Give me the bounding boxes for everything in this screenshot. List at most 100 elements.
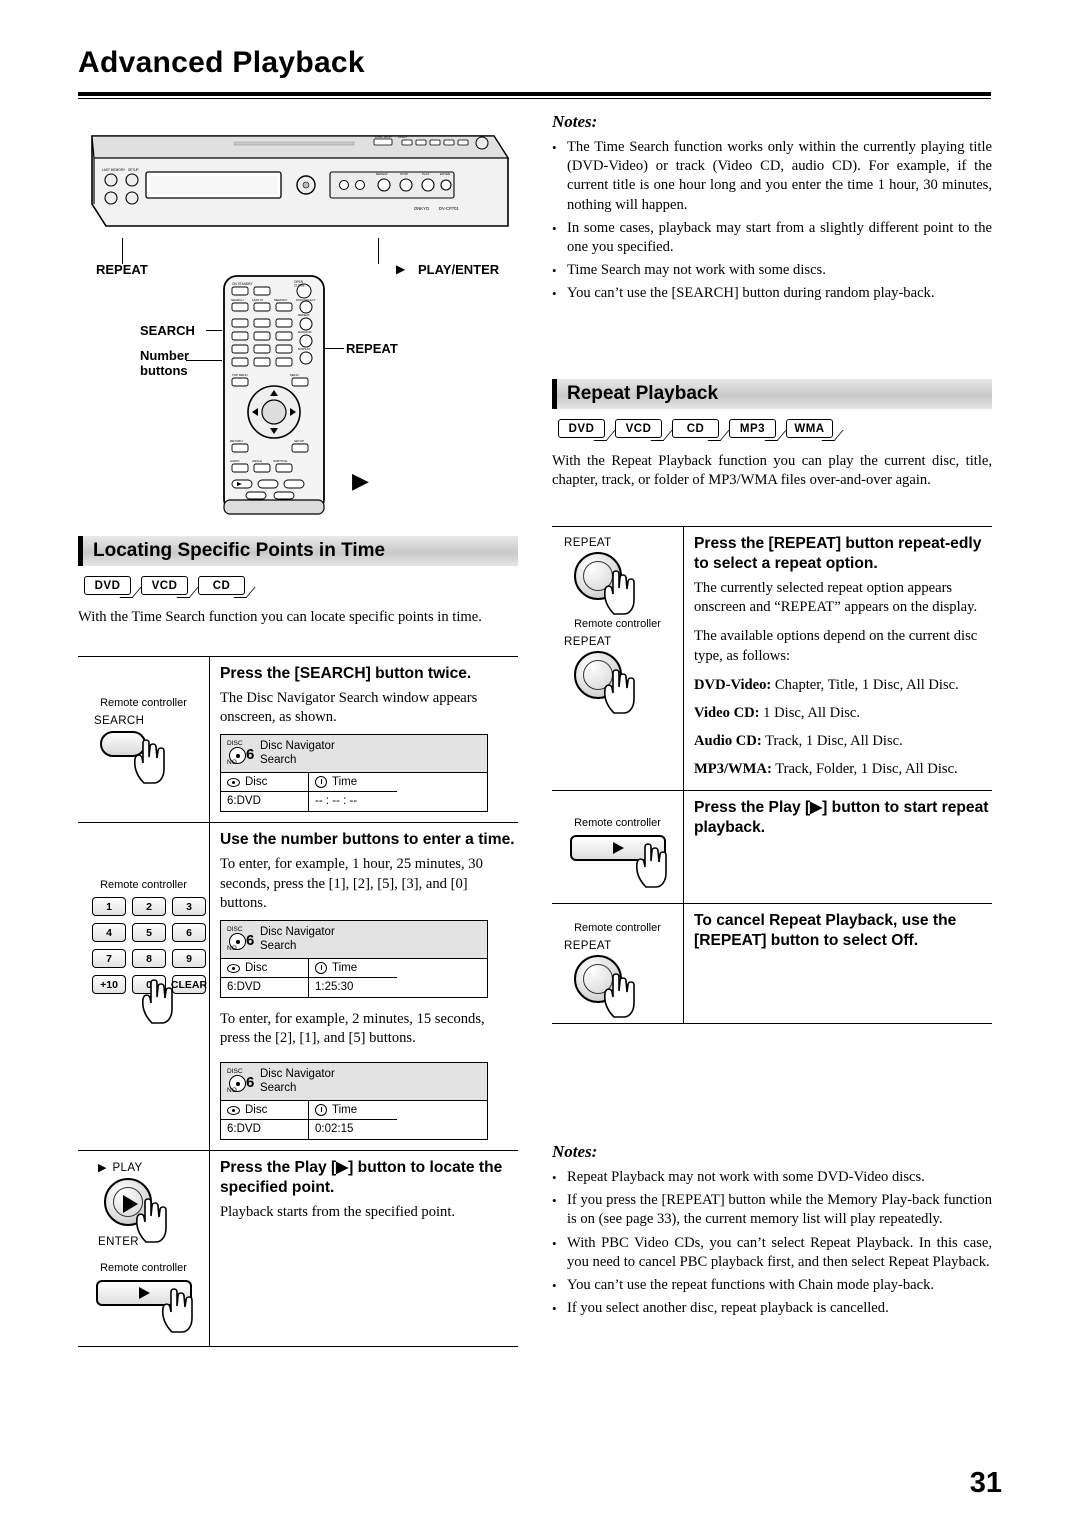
play-arrow-illustration: ▶ bbox=[352, 468, 369, 493]
badge-mp3: MP3 bbox=[729, 419, 776, 438]
step-text: Press the [SEARCH] button twice. The Dis… bbox=[210, 657, 518, 822]
svg-text:REPEAT: REPEAT bbox=[376, 172, 388, 176]
step-graphic: Remote controller bbox=[552, 790, 684, 903]
label-repeat-right: REPEAT bbox=[346, 341, 398, 356]
notes-top-block: Notes: • The Time Search function works o… bbox=[552, 112, 992, 308]
step-graphic: Remote controller SEARCH bbox=[78, 657, 210, 823]
step-heading: Press the [SEARCH] button twice. bbox=[220, 665, 472, 682]
field-time: Time -- : -- : -- bbox=[309, 773, 397, 811]
title-rule-thin bbox=[78, 98, 991, 99]
key-6[interactable]: 6 bbox=[172, 923, 206, 943]
disc-number-value: 6 bbox=[246, 932, 255, 950]
hand-cursor-icon bbox=[133, 739, 165, 784]
label-number-buttons-2: buttons bbox=[140, 363, 188, 378]
field-disc-value: 6:DVD bbox=[227, 981, 261, 994]
disc-navigator-fields: Disc 6:DVD Time 0:02:15 bbox=[221, 1101, 487, 1140]
section-title-locating: Locating Specific Points in Time bbox=[93, 540, 386, 561]
key-4[interactable]: 4 bbox=[92, 923, 126, 943]
svg-text:CLOSE: CLOSE bbox=[294, 284, 305, 288]
field-time-label: Time bbox=[332, 1104, 358, 1117]
key-8[interactable]: 8 bbox=[132, 949, 166, 969]
remote-controller-label: Remote controller bbox=[574, 618, 661, 630]
step-graphic: Remote controller REPEAT bbox=[552, 903, 684, 1023]
button-caption-repeat: REPEAT bbox=[564, 537, 612, 549]
field-disc: Disc 6:DVD bbox=[221, 773, 309, 812]
svg-text:LAST MEMORY: LAST MEMORY bbox=[102, 168, 126, 172]
key-3[interactable]: 3 bbox=[172, 897, 206, 917]
section-title-repeat: Repeat Playback bbox=[567, 383, 719, 404]
clock-icon bbox=[315, 1104, 327, 1117]
note-item: • You can’t use the repeat functions with… bbox=[552, 1277, 935, 1294]
disc-icon-top-text: DISC bbox=[227, 740, 243, 748]
disc-navigator-subtitle: Search bbox=[260, 1082, 297, 1095]
step-body: Playback starts from the specified point… bbox=[220, 1204, 456, 1221]
svg-text:ENTER: ENTER bbox=[440, 172, 451, 176]
step-text: Use the number buttons to enter a time. … bbox=[210, 823, 518, 1150]
field-time-value: -- : -- : -- bbox=[315, 795, 358, 808]
play-triangle-icon bbox=[612, 841, 624, 854]
disc-navigator-window: DISC NO. 6 Disc Navigator Search Disc 6:… bbox=[220, 734, 488, 813]
disc-icon-bottom-text: NO. bbox=[227, 759, 239, 767]
key-2[interactable]: 2 bbox=[132, 897, 166, 917]
key-5[interactable]: 5 bbox=[132, 923, 166, 943]
badge-cd: CD bbox=[672, 419, 719, 438]
field-time-label: Time bbox=[332, 776, 358, 789]
disc-navigator-header: DISC NO. 6 Disc Navigator Search bbox=[221, 921, 487, 960]
disc-navigator-title: Disc Navigator bbox=[260, 926, 335, 939]
locating-steps-table: Remote controller SEARCH Press the [SEAR… bbox=[78, 656, 518, 1348]
option-line: MP3/WMA: Track, Folder, 1 Disc, All Disc… bbox=[694, 760, 990, 779]
note-item: • The Time Search function works only wit… bbox=[552, 139, 992, 213]
label-number-buttons-1: Number bbox=[140, 348, 190, 363]
step-body-1: To enter, for example, 1 hour, 25 minute… bbox=[220, 856, 483, 911]
field-time-value: 0:02:15 bbox=[315, 1123, 354, 1136]
disc-navigator-title: Disc Navigator bbox=[260, 740, 335, 753]
step-row: Remote controller SEARCH Press the [SEAR… bbox=[78, 657, 518, 824]
disc-icon-bottom-text: NO. bbox=[227, 1087, 239, 1095]
badge-vcd: VCD bbox=[615, 419, 662, 438]
step-graphic: Remote controller 1 2 3 4 5 6 7 8 9 +10 … bbox=[78, 823, 210, 1151]
option-line: Audio CD: Track, 1 Disc, All Disc. bbox=[694, 732, 990, 751]
option-label: MP3/WMA: bbox=[694, 761, 772, 778]
svg-text:SEARCH: SEARCH bbox=[231, 298, 244, 302]
note-item: • With PBC Video CDs, you can’t select Re… bbox=[552, 1234, 992, 1270]
key-7[interactable]: 7 bbox=[92, 949, 126, 969]
notes-top-heading: Notes: bbox=[552, 112, 598, 131]
note-item: • If you press the [REPEAT] button while … bbox=[552, 1192, 992, 1228]
button-caption-search: SEARCH bbox=[94, 715, 145, 727]
option-value: Track, 1 Disc, All Disc. bbox=[761, 733, 903, 750]
disc-number-icon: DISC NO. 6 bbox=[227, 740, 254, 767]
play-triangle-icon bbox=[138, 1287, 150, 1300]
field-time-label: Time bbox=[332, 962, 358, 975]
title-rule bbox=[78, 92, 991, 96]
notes-repeat-heading: Notes: bbox=[552, 1142, 598, 1161]
badge-dvd: DVD bbox=[558, 419, 605, 438]
key-9[interactable]: 9 bbox=[172, 949, 206, 969]
repeat-steps-table: REPEAT Remote controller REPEAT Press th… bbox=[552, 526, 992, 1024]
step-body-1: The currently selected repeat option app… bbox=[694, 580, 978, 616]
field-time: Time 0:02:15 bbox=[309, 1101, 397, 1139]
locating-intro: With the Time Search function you can lo… bbox=[78, 609, 482, 625]
field-disc-value: 6:DVD bbox=[227, 795, 261, 808]
disc-number-icon: DISC NO. 6 bbox=[227, 926, 255, 952]
disc-icon-top-text: DISC bbox=[227, 926, 243, 934]
step-body: The Disc Navigator Search window appears… bbox=[220, 690, 478, 726]
key-plus10[interactable]: +10 bbox=[92, 975, 126, 995]
step-heading: Press the Play [▶] button to start repea… bbox=[694, 798, 989, 836]
option-value: Track, Folder, 1 Disc, All Disc. bbox=[771, 761, 958, 778]
clock-icon bbox=[315, 962, 327, 975]
clock-icon bbox=[315, 776, 327, 789]
svg-text:ONKYO: ONKYO bbox=[414, 206, 430, 211]
svg-text:DISC SKIP: DISC SKIP bbox=[375, 135, 393, 139]
field-disc-label: Disc bbox=[245, 962, 268, 975]
badge-vcd: VCD bbox=[141, 576, 188, 595]
step-body-2: To enter, for example, 2 minutes, 15 sec… bbox=[220, 1011, 485, 1047]
svg-text:TOP MENU: TOP MENU bbox=[232, 373, 248, 377]
badge-dvd: DVD bbox=[84, 576, 131, 595]
svg-text:DISC/SELECT: DISC/SELECT bbox=[296, 298, 316, 302]
step-heading: Use the number buttons to enter a time. bbox=[220, 831, 515, 849]
svg-text:PLAY: PLAY bbox=[422, 172, 429, 176]
disc-icon bbox=[227, 1105, 240, 1115]
field-disc-label: Disc bbox=[245, 1104, 268, 1117]
key-1[interactable]: 1 bbox=[92, 897, 126, 917]
step-heading: Press the [REPEAT] button repeat-edly to… bbox=[694, 535, 982, 572]
